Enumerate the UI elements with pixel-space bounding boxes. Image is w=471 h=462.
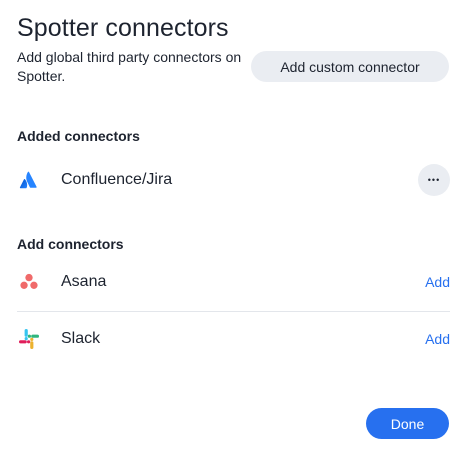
added-connectors-header: Added connectors bbox=[17, 128, 140, 144]
asana-icon bbox=[17, 270, 41, 294]
done-button[interactable]: Done bbox=[366, 408, 449, 439]
add-custom-connector-button[interactable]: Add custom connector bbox=[251, 51, 449, 82]
add-asana-link[interactable]: Add bbox=[425, 274, 450, 290]
divider bbox=[17, 311, 450, 312]
dialog-title: Spotter connectors bbox=[17, 14, 229, 42]
connector-label-confluence-jira: Confluence/Jira bbox=[61, 171, 173, 188]
add-slack-link[interactable]: Add bbox=[425, 331, 450, 347]
connector-label-slack: Slack bbox=[61, 330, 101, 347]
connector-row-slack: Slack Add bbox=[17, 319, 450, 359]
ellipsis-icon: ••• bbox=[427, 174, 441, 185]
connector-row-asana: Asana Add bbox=[17, 262, 450, 302]
atlassian-icon bbox=[17, 168, 41, 192]
connector-row-confluence-jira: Confluence/Jira ••• bbox=[17, 160, 450, 200]
slack-icon bbox=[17, 327, 41, 351]
add-connectors-header: Add connectors bbox=[17, 236, 124, 252]
spotter-connectors-dialog: Spotter connectors Add global third part… bbox=[0, 0, 471, 462]
connector-label-asana: Asana bbox=[61, 273, 107, 290]
dialog-subtitle: Add global third party connectors on Spo… bbox=[17, 49, 242, 84]
more-options-button[interactable]: ••• bbox=[418, 164, 450, 196]
